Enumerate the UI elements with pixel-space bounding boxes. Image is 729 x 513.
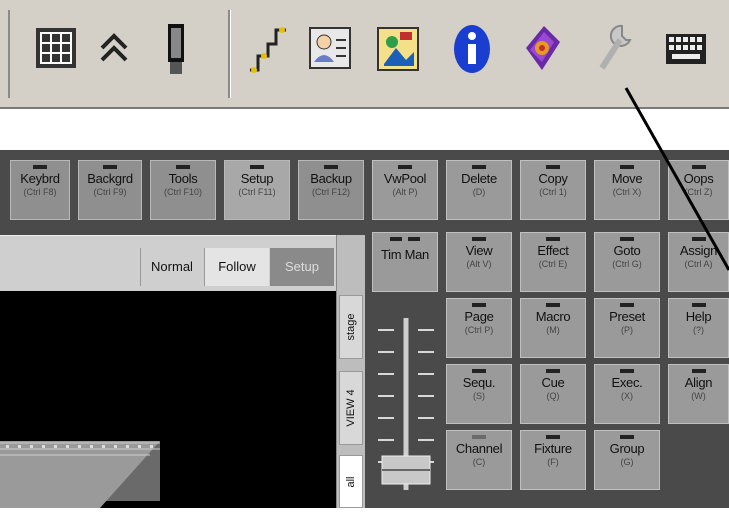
help-button[interactable]: Help (?) bbox=[668, 298, 729, 358]
collapse-up-icon[interactable] bbox=[90, 18, 138, 80]
image-paint-icon[interactable] bbox=[374, 18, 422, 80]
vwpool-button[interactable]: VwPool (Alt P) bbox=[372, 160, 438, 220]
effect-button[interactable]: Effect (Ctrl E) bbox=[520, 232, 586, 292]
preset-button[interactable]: Preset (P) bbox=[594, 298, 660, 358]
icon-toolbar bbox=[0, 0, 729, 109]
toolbar-separator bbox=[228, 10, 231, 98]
tools-button[interactable]: Tools (Ctrl F10) bbox=[150, 160, 216, 220]
info-icon[interactable] bbox=[448, 18, 496, 80]
backup-button[interactable]: Backup (Ctrl F12) bbox=[298, 160, 364, 220]
group-button[interactable]: Group (G) bbox=[594, 430, 660, 490]
align-button[interactable]: Align (W) bbox=[668, 364, 729, 424]
wrench-icon[interactable] bbox=[592, 18, 640, 80]
backgrd-button[interactable]: Backgrd (Ctrl F9) bbox=[78, 160, 142, 220]
exec-button[interactable]: Exec. (X) bbox=[594, 364, 660, 424]
view-header-bar: Normal Follow Setup bbox=[0, 235, 336, 292]
graph-step-icon[interactable] bbox=[244, 18, 292, 80]
setup-button[interactable]: Setup (Ctrl F11) bbox=[224, 160, 290, 220]
keyboard-icon[interactable] bbox=[662, 18, 710, 80]
window-grid-icon[interactable] bbox=[32, 18, 80, 80]
macro-button[interactable]: Macro (M) bbox=[520, 298, 586, 358]
tab-follow[interactable]: Follow bbox=[204, 248, 269, 286]
fixture-button[interactable]: Fixture (F) bbox=[520, 430, 586, 490]
copy-button[interactable]: Copy (Ctrl 1) bbox=[520, 160, 586, 220]
tab-view-4[interactable]: VIEW 4 bbox=[339, 371, 363, 445]
view-button[interactable]: View (Alt V) bbox=[446, 232, 512, 292]
tim-man-button[interactable]: Tim Man bbox=[372, 232, 438, 292]
toolbar-separator bbox=[8, 10, 10, 98]
tab-setup[interactable]: Setup bbox=[270, 248, 334, 286]
goto-button[interactable]: Goto (Ctrl G) bbox=[594, 232, 660, 292]
tab-normal[interactable]: Normal bbox=[140, 248, 203, 286]
keybrd-button[interactable]: Keybrd (Ctrl F8) bbox=[10, 160, 70, 220]
stage-view-canvas[interactable] bbox=[0, 291, 336, 508]
oops-button[interactable]: Oops (Ctrl Z) bbox=[668, 160, 729, 220]
tab-all[interactable]: all bbox=[339, 455, 363, 508]
master-fader[interactable] bbox=[370, 300, 442, 500]
move-button[interactable]: Move (Ctrl X) bbox=[594, 160, 660, 220]
book-gem-icon[interactable] bbox=[518, 18, 566, 80]
user-card-icon[interactable] bbox=[306, 18, 354, 80]
view-side-tabs: stage VIEW 4 all bbox=[336, 235, 365, 508]
sequ-button[interactable]: Sequ. (S) bbox=[446, 364, 512, 424]
channel-button[interactable]: Channel (C) bbox=[446, 430, 512, 490]
tab-stage[interactable]: stage bbox=[339, 295, 363, 359]
phone-device-icon[interactable] bbox=[152, 18, 200, 80]
delete-button[interactable]: Delete (D) bbox=[446, 160, 512, 220]
cue-button[interactable]: Cue (Q) bbox=[520, 364, 586, 424]
assign-button[interactable]: Assign (Ctrl A) bbox=[668, 232, 729, 292]
page-button[interactable]: Page (Ctrl P) bbox=[446, 298, 512, 358]
